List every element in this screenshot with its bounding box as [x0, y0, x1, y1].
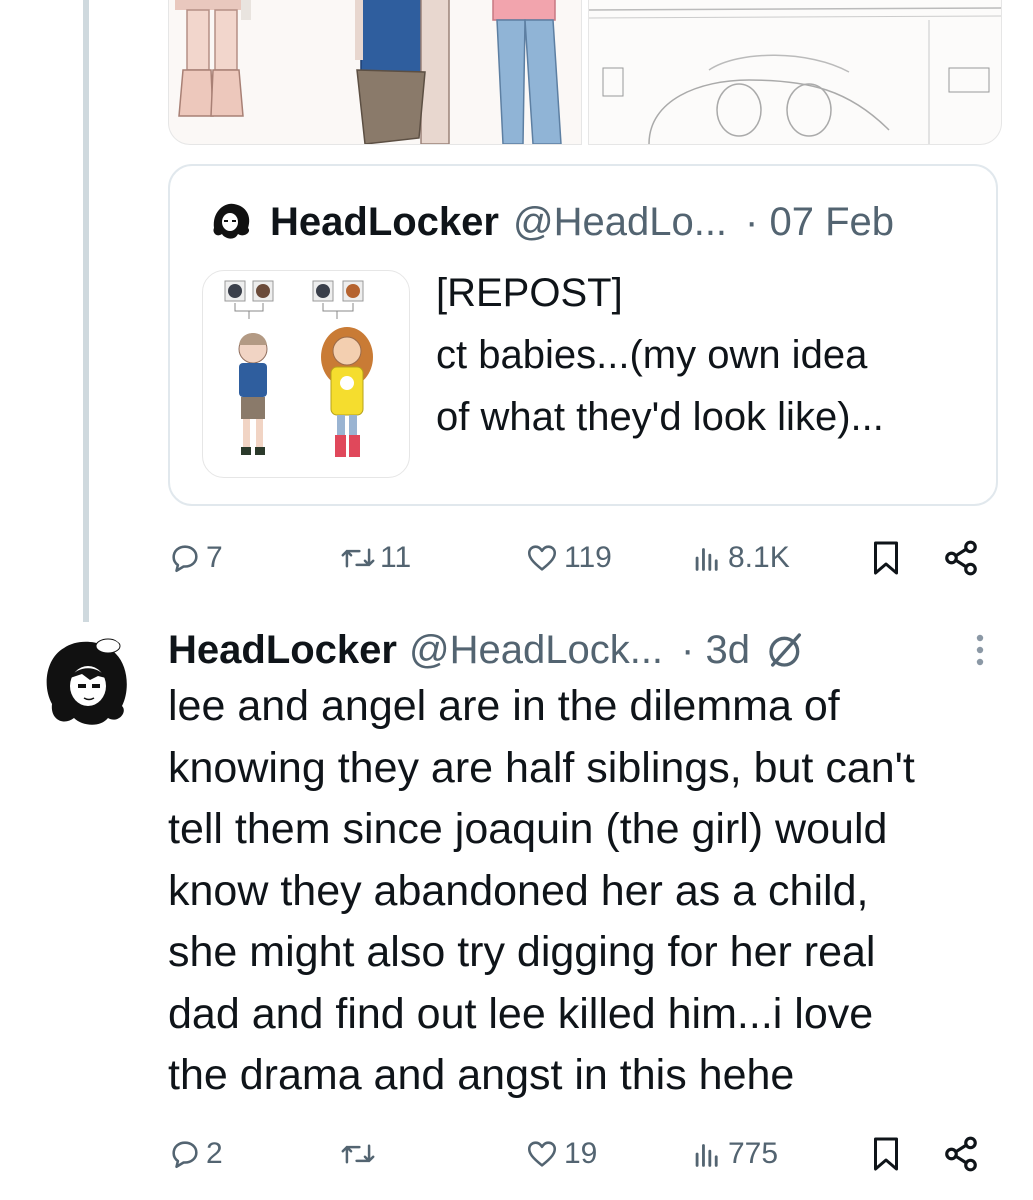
like-icon [527, 1141, 557, 1167]
author-display-name[interactable]: HeadLocker [168, 628, 397, 673]
like-button[interactable]: 19 [524, 1132, 597, 1176]
reply-icon [172, 1141, 198, 1169]
like-icon [527, 545, 557, 571]
views-button[interactable]: 775 [690, 1132, 778, 1176]
bookmark-button[interactable] [868, 536, 904, 580]
tweet-text-line: dad and find out lee killed him...i love [168, 989, 874, 1038]
repost-icon [341, 1144, 375, 1164]
tweet-text-line: tell them since joaquin (the girl) would [168, 805, 888, 853]
tweet-text-line: the drama and angst in this hehe [168, 1051, 795, 1099]
views-icon [695, 548, 718, 571]
quoted-handle[interactable]: @HeadLo... [513, 200, 727, 245]
reply-count: 7 [206, 541, 223, 574]
share-icon [945, 540, 977, 576]
author-handle[interactable]: @HeadLock... [409, 628, 663, 673]
bookmark-icon [874, 1137, 898, 1171]
bookmark-button[interactable] [868, 1132, 904, 1176]
media-grid[interactable] [168, 0, 1002, 145]
reply-button[interactable]: 7 [168, 536, 223, 580]
like-button[interactable]: 119 [524, 536, 612, 580]
repost-button[interactable]: 11 [340, 536, 411, 580]
quoted-media-thumbnail[interactable] [202, 270, 410, 478]
share-button[interactable] [942, 536, 980, 580]
circle-slash-icon [769, 633, 801, 667]
quoted-text-line: of what they'd look like)... [436, 395, 884, 439]
reply-icon [172, 545, 198, 573]
share-icon [945, 1136, 977, 1172]
quoted-tweet-card[interactable]: HeadLocker @HeadLo... · 07 Feb [REPOST] … [168, 164, 998, 506]
like-count: 19 [564, 1137, 598, 1170]
like-count: 119 [564, 541, 612, 574]
reply-count: 2 [206, 1137, 223, 1170]
views-count: 775 [728, 1137, 779, 1170]
more-icon[interactable] [962, 630, 998, 670]
quoted-date[interactable]: · 07 Feb [745, 200, 894, 245]
tweet-text-line: knowing they are half siblings, but can'… [168, 743, 915, 792]
tweet-timestamp[interactable]: · 3d [681, 628, 750, 673]
quoted-avatar[interactable] [208, 198, 256, 246]
thread-connector-line [83, 0, 89, 622]
tweet-text-line: she might also try digging for her real [168, 928, 876, 976]
views-icon [695, 1144, 718, 1167]
quoted-text-line: [REPOST] [436, 271, 623, 315]
tweet-actions-bar: 7 11 119 8.1K [168, 536, 998, 580]
tweet-text-line: know they abandoned her as a child, [168, 866, 869, 915]
repost-icon [341, 548, 375, 568]
views-button[interactable]: 8.1K [690, 536, 790, 580]
tweet-actions-bar: 2 19 775 [168, 1132, 998, 1176]
quoted-text-line: ct babies...(my own idea [436, 333, 868, 377]
tweet-text: lee and angel are in the dilemma of know… [168, 676, 1008, 1107]
repost-count: 11 [380, 541, 412, 574]
media-image-sketch[interactable] [588, 0, 1002, 145]
media-image-characters[interactable] [168, 0, 582, 145]
share-button[interactable] [942, 1132, 980, 1176]
repost-button[interactable] [340, 1132, 380, 1176]
author-avatar[interactable] [38, 632, 138, 732]
views-count: 8.1K [728, 541, 790, 574]
reply-button[interactable]: 2 [168, 1132, 223, 1176]
bookmark-icon [874, 541, 898, 575]
tweet-header: HeadLocker @HeadLock... · 3d [168, 624, 806, 676]
quoted-tweet-header: HeadLocker @HeadLo... · 07 Feb [208, 198, 894, 246]
quoted-tweet-text: [REPOST] ct babies...(my own idea of wha… [436, 262, 976, 448]
quoted-display-name[interactable]: HeadLocker [270, 200, 499, 245]
tweet-text-line: lee and angel are in the dilemma of [168, 682, 840, 730]
